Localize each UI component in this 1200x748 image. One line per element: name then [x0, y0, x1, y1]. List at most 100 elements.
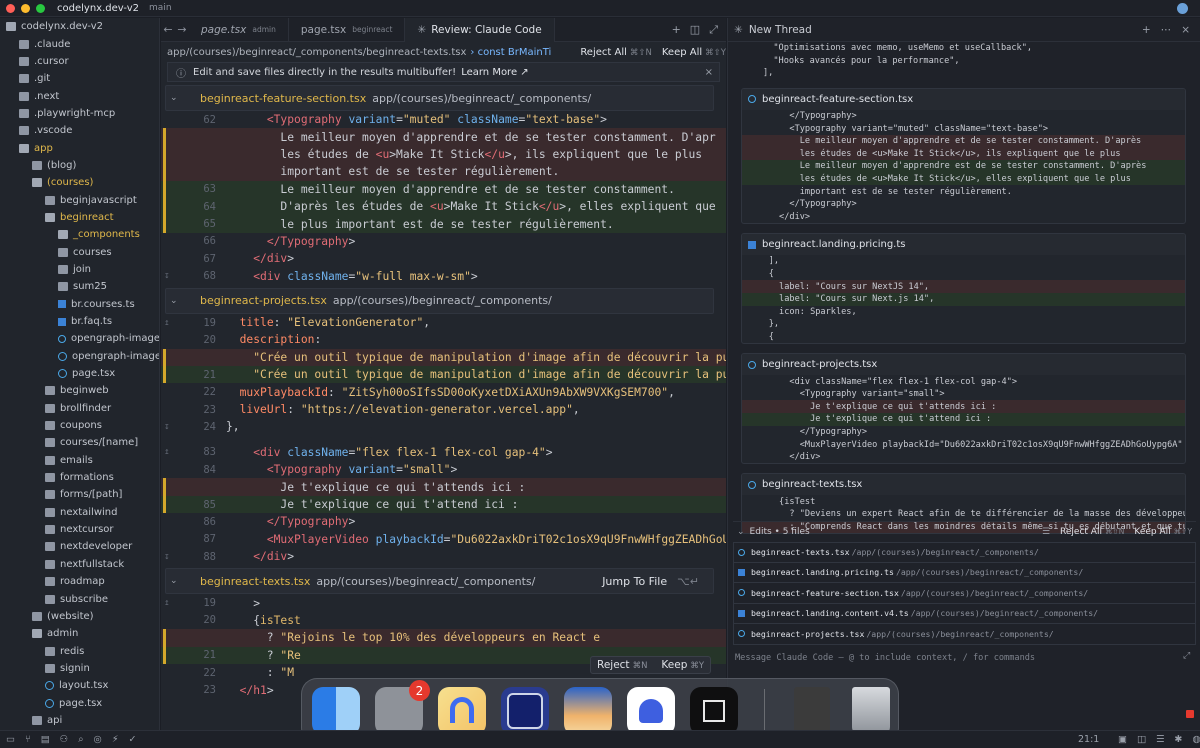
expand-hunk-icon[interactable]: ↧ — [161, 271, 173, 281]
sidebar-item[interactable]: .vscode — [0, 122, 159, 139]
expand-hunk-icon[interactable]: ↧ — [161, 552, 173, 562]
sidebar-item[interactable]: .next — [0, 87, 159, 104]
terminal-icon[interactable]: ▣ — [1118, 734, 1127, 745]
code-line[interactable]: ↧ 68 <div className="w-full max-w-sm"> — [161, 268, 726, 285]
expand-hunk-icon[interactable]: ↧ — [161, 422, 173, 432]
edited-file-row[interactable]: beginreact-feature-section.tsx/app/(cour… — [733, 583, 1196, 604]
code-line[interactable]: Je t'explique ce qui t'attends ici : — [161, 478, 726, 496]
dock-app-trash-icon[interactable] — [852, 687, 890, 735]
close-icon[interactable]: × — [1181, 24, 1190, 36]
sidebar-item[interactable]: signin — [0, 660, 159, 677]
edited-file-row[interactable]: beginreact.landing.pricing.ts/app/(cours… — [733, 562, 1196, 583]
outline-icon[interactable]: ☰ — [1156, 734, 1165, 745]
code-line[interactable]: 20 description: — [161, 331, 726, 348]
forward-arrow-icon[interactable]: → — [175, 23, 189, 36]
sidebar-item[interactable]: (courses) — [0, 174, 159, 191]
sidebar-item[interactable]: redis — [0, 642, 159, 659]
edited-file-row[interactable]: beginreact-texts.tsx/app/(courses)/begin… — [733, 542, 1196, 563]
jump-to-file-button[interactable]: Jump To File ⌥↵ — [602, 575, 699, 588]
sidebar-item[interactable]: br.courses.ts — [0, 296, 159, 313]
check-icon[interactable]: ✓ — [129, 734, 137, 745]
sidebar-item[interactable]: formations — [0, 469, 159, 486]
expand-hunk-icon[interactable]: ↥ — [161, 318, 173, 328]
tab[interactable]: page.tsx beginreact — [289, 18, 406, 42]
file-diff-header[interactable]: beginreact.landing.pricing.ts — [742, 234, 1185, 256]
sidebar-item[interactable]: opengraph-image.tsx — [0, 348, 159, 365]
code-line[interactable]: 63 Le meilleur moyen d'apprendre et de s… — [161, 180, 726, 198]
more-icon[interactable]: ⋯ — [1161, 24, 1172, 36]
file-diff-header[interactable]: beginreact-texts.tsx — [742, 474, 1185, 496]
diagnostics-icon[interactable]: ◎ — [94, 734, 102, 745]
chevron-down-icon[interactable]: ⌄ — [170, 93, 184, 103]
file-diff-header[interactable]: beginreact-projects.tsx — [742, 354, 1185, 376]
code-line[interactable]: 20 {isTest — [161, 612, 726, 629]
code-line[interactable]: 67 </div> — [161, 250, 726, 267]
project-name[interactable]: codelynx.dev-v2 — [57, 3, 139, 14]
tab[interactable]: page.tsx admin — [189, 18, 289, 42]
edits-keep-all-button[interactable]: Keep All ⌘⇧Y — [1134, 527, 1192, 537]
code-line[interactable]: ↥ 83 <div className="flex flex-1 flex-col… — [161, 444, 726, 461]
sidebar-item[interactable]: codelynx.dev-v2 — [0, 18, 159, 35]
sidebar-item[interactable]: coupons — [0, 417, 159, 434]
user-avatar[interactable] — [1177, 3, 1188, 14]
split-icon[interactable]: ◫ — [1137, 734, 1146, 745]
code-line[interactable]: les études de <u>Make It Stick</u>, ils … — [161, 145, 726, 164]
close-window-button[interactable] — [6, 3, 15, 13]
code-line[interactable]: ↧ 24}, — [161, 418, 726, 435]
minimize-window-button[interactable] — [21, 3, 30, 13]
files-icon[interactable]: ▤ — [41, 734, 50, 745]
code-line[interactable]: "Crée un outil typique de manipulation d… — [161, 348, 726, 367]
debug-icon[interactable]: ✱ — [1175, 734, 1183, 745]
sidebar-item[interactable]: app — [0, 139, 159, 156]
file-diff-header[interactable]: beginreact-feature-section.tsx — [742, 88, 1185, 110]
file-header[interactable]: ⌄ beginreact-projects.tsx app/(courses)/be… — [165, 287, 714, 314]
expand-icon[interactable]: ⤢ — [1183, 651, 1190, 661]
dock-app-weather-icon[interactable] — [564, 687, 612, 735]
code-line[interactable]: ↥ 19 title: "ElevationGenerator", — [161, 314, 726, 331]
tab[interactable]: ✳ Review: Claude Code — [405, 18, 555, 42]
code-line[interactable]: Le meilleur moyen d'apprendre et de se t… — [161, 128, 726, 146]
sidebar-item[interactable]: .cursor — [0, 53, 159, 70]
sidebar-item[interactable]: courses/[name] — [0, 434, 159, 451]
cursor-position[interactable]: 21:1 — [1078, 734, 1099, 745]
keep-all-button[interactable]: Keep All ⌘⇧Y — [662, 47, 726, 58]
sidebar-item[interactable]: opengraph-image.png — [0, 330, 159, 347]
chevron-down-icon[interactable]: ⌄ — [170, 296, 184, 306]
dock-app-simulator-icon[interactable] — [501, 687, 549, 735]
sidebar-item[interactable]: .playwright-mcp — [0, 105, 159, 122]
code-line[interactable]: important est de se tester régulièrement… — [161, 163, 726, 181]
sidebar-item[interactable]: nextdeveloper — [0, 538, 159, 555]
branch-name[interactable]: main — [149, 3, 172, 13]
message-input[interactable]: Message Claude Code — @ to include conte… — [735, 653, 1035, 663]
stop-icon[interactable] — [1186, 710, 1194, 718]
breadcrumb-symbol[interactable]: › const BrMainTi — [470, 47, 551, 58]
sidebar-item[interactable]: page.tsx — [0, 694, 159, 711]
close-icon[interactable]: × — [705, 67, 713, 78]
plus-icon[interactable]: + — [1142, 24, 1151, 36]
code-line[interactable]: 87 <MuxPlayerVideo playbackId="Du6022axk… — [161, 531, 726, 548]
sidebar-item[interactable]: beginreact — [0, 209, 159, 226]
sidebar-item[interactable]: join — [0, 261, 159, 278]
code-line[interactable]: 21 "Crée un outil typique de manipulatio… — [161, 366, 726, 384]
sidebar-item[interactable]: br.faq.ts — [0, 313, 159, 330]
dock-app-video-thumbnail-icon[interactable] — [794, 687, 830, 735]
sidebar-item[interactable]: sum25 — [0, 278, 159, 295]
code-line[interactable]: 66 </Typography> — [161, 233, 726, 250]
dock-app-arc-icon[interactable] — [438, 687, 486, 735]
sidebar-item[interactable]: admin — [0, 625, 159, 642]
split-pane-icon[interactable]: ◫ — [690, 23, 700, 37]
sidebar-item[interactable]: (blog) — [0, 157, 159, 174]
git-branch-icon[interactable]: ⑂ — [25, 734, 31, 745]
sidebar-item[interactable]: nextcursor — [0, 521, 159, 538]
code-line[interactable]: ↥ 19 > — [161, 594, 726, 611]
dock-app-zed-icon[interactable] — [690, 687, 738, 735]
code-line[interactable]: 85 Je t'explique ce qui t'attend ici : — [161, 495, 726, 514]
dock-app-nordvpn-icon[interactable] — [627, 687, 675, 735]
chevron-down-icon[interactable]: ⌄ — [737, 527, 745, 537]
code-line[interactable]: 23 liveUrl: "https://elevation-generator… — [161, 401, 726, 418]
sidebar-item[interactable]: forms/[path] — [0, 486, 159, 503]
zoom-window-button[interactable] — [36, 3, 45, 13]
file-header[interactable]: ⌄ beginreact-feature-section.tsx app/(cour… — [165, 85, 714, 111]
reject-all-button[interactable]: Reject All ⌘⇧N — [580, 47, 652, 58]
maximize-icon[interactable]: ⤢ — [709, 23, 718, 37]
